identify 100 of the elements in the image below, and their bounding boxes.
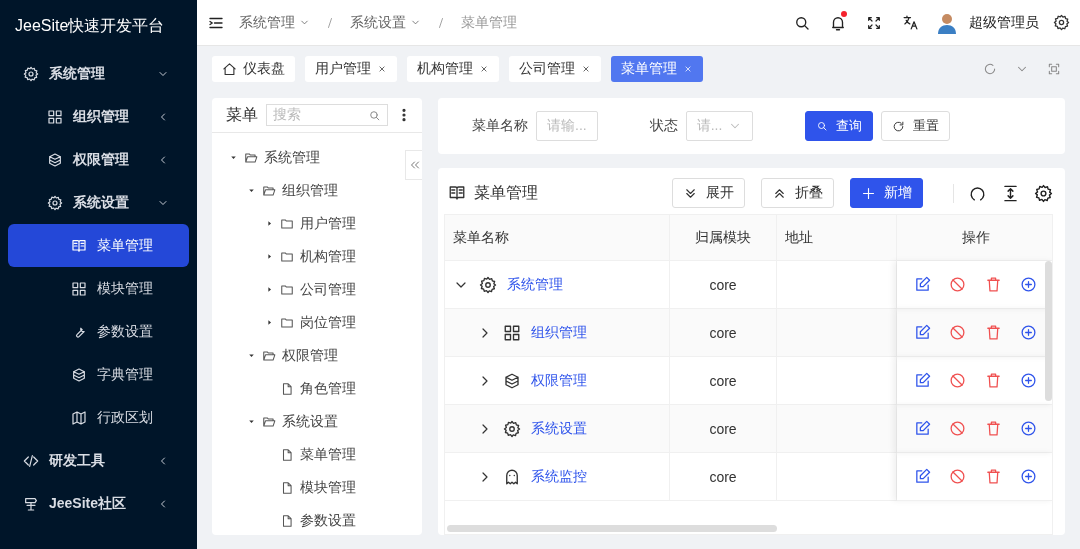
tree-node[interactable]: 公司管理 xyxy=(228,273,356,306)
column-header: 地址 xyxy=(777,215,897,261)
book-icon xyxy=(448,184,466,202)
signpost-icon xyxy=(23,495,39,512)
sidebar-item[interactable]: 行政区划 xyxy=(8,396,189,439)
ban-icon xyxy=(949,324,967,341)
delete-icon xyxy=(984,276,1002,293)
caret-down-icon xyxy=(246,351,256,360)
boxes-icon xyxy=(47,151,63,168)
gear-icon xyxy=(479,275,497,294)
edit-icon xyxy=(914,276,932,293)
open-folder-icon xyxy=(262,348,276,363)
row-height-icon xyxy=(1001,183,1020,203)
refresh-icon xyxy=(892,119,906,133)
tree-node[interactable]: 组织管理 xyxy=(228,174,338,207)
delete-icon xyxy=(984,372,1002,389)
sidebar-item[interactable]: 研发工具 xyxy=(8,439,189,482)
menu-link[interactable]: 系统监控 xyxy=(531,467,587,486)
ban-icon xyxy=(949,468,967,485)
close-icon xyxy=(581,64,591,74)
translate-icon xyxy=(901,14,919,31)
file-icon xyxy=(280,447,294,462)
tree-node[interactable]: 模块管理 xyxy=(228,471,356,504)
query-button[interactable]: 查询 xyxy=(805,111,874,141)
close-icon xyxy=(479,64,489,74)
caret-down-icon xyxy=(246,417,256,426)
breadcrumb-item[interactable]: 系统管理 xyxy=(239,13,310,32)
panel-title: 菜单 xyxy=(226,104,258,125)
collapse-button[interactable] xyxy=(405,150,422,180)
open-folder-icon xyxy=(262,414,276,429)
home-icon xyxy=(222,61,237,77)
tree-node[interactable]: 岗位管理 xyxy=(228,306,356,339)
delete-icon xyxy=(984,468,1002,485)
caret-down-icon xyxy=(228,153,238,162)
close-icon xyxy=(683,64,693,74)
double-chevron-left-icon xyxy=(408,159,421,171)
delete-icon xyxy=(984,324,1002,341)
tree-node[interactable]: 角色管理 xyxy=(228,372,356,405)
tree-node[interactable]: 菜单管理 xyxy=(228,438,356,471)
table-cell: core xyxy=(670,405,777,453)
file-icon xyxy=(280,513,294,528)
sidebar-item[interactable]: JeeSite社区 xyxy=(8,482,189,525)
column-header: 操作 xyxy=(897,215,1052,261)
column-header: 菜单名称 xyxy=(445,215,670,261)
breadcrumb-item[interactable]: 系统设置 xyxy=(350,13,421,32)
table-cell: core xyxy=(670,453,777,501)
tree-node[interactable]: 系统管理 xyxy=(228,141,320,174)
menu-link[interactable]: 权限管理 xyxy=(531,371,587,390)
ban-icon xyxy=(949,276,967,293)
grid-icon xyxy=(71,280,87,297)
scrollbar[interactable] xyxy=(1045,261,1052,401)
sidebar-item[interactable]: 模块管理 xyxy=(8,267,189,310)
sidebar-item[interactable]: 菜单管理 xyxy=(8,224,189,267)
tree-node[interactable]: 参数设置 xyxy=(228,504,356,535)
user-name[interactable]: 超级管理员 xyxy=(969,13,1039,32)
field-label: 菜单名称 xyxy=(472,117,528,135)
tree-node[interactable]: 权限管理 xyxy=(228,339,338,372)
scrollbar[interactable] xyxy=(447,525,777,532)
close-icon xyxy=(377,64,387,74)
menu-link[interactable]: 组织管理 xyxy=(531,323,587,342)
tree-node[interactable]: 用户管理 xyxy=(228,207,356,240)
tab[interactable]: 仪表盘 xyxy=(212,56,295,82)
sidebar-item[interactable]: 权限管理 xyxy=(8,138,189,181)
sidebar-item[interactable]: 系统管理 xyxy=(8,52,189,95)
tab[interactable]: 公司管理 xyxy=(509,56,601,82)
sidebar-item[interactable]: 系统设置 xyxy=(8,181,189,224)
settings-icon xyxy=(1034,183,1053,203)
menu-link[interactable]: 系统设置 xyxy=(531,419,587,438)
tab[interactable]: 用户管理 xyxy=(305,56,397,82)
delete-icon xyxy=(984,420,1002,437)
sidebar-item[interactable]: 参数设置 xyxy=(8,310,189,353)
collapse-button[interactable]: 折叠 xyxy=(761,178,834,208)
gear-icon xyxy=(23,65,39,82)
tree-node[interactable]: 系统设置 xyxy=(228,405,338,438)
menu-link[interactable]: 系统管理 xyxy=(507,275,563,294)
tab[interactable]: 菜单管理 xyxy=(611,56,703,82)
field-label: 状态 xyxy=(649,117,678,135)
sidebar-item[interactable]: 组织管理 xyxy=(8,95,189,138)
column-header: 归属模块 xyxy=(670,215,777,261)
card-title: 菜单管理 xyxy=(474,182,538,203)
add-button[interactable]: 新增 xyxy=(850,178,923,208)
edit-icon xyxy=(914,468,932,485)
expand-button[interactable]: 展开 xyxy=(672,178,745,208)
add-circle-icon xyxy=(1019,372,1037,389)
add-circle-icon xyxy=(1019,468,1037,485)
tree-node[interactable]: 机构管理 xyxy=(228,240,356,273)
plus-icon xyxy=(861,185,876,201)
ban-icon xyxy=(949,372,967,389)
add-circle-icon xyxy=(1019,324,1037,341)
settings-icon xyxy=(1053,14,1070,31)
ban-icon xyxy=(949,420,967,437)
reset-button[interactable]: 重置 xyxy=(881,111,951,141)
fit-screen-icon xyxy=(1047,62,1061,76)
open-folder-icon xyxy=(262,183,276,198)
ghost-icon xyxy=(503,467,521,486)
refresh-icon xyxy=(983,62,997,76)
add-circle-icon xyxy=(1019,276,1037,293)
tab[interactable]: 机构管理 xyxy=(407,56,499,82)
sidebar-item[interactable]: 字典管理 xyxy=(8,353,189,396)
caret-down-icon xyxy=(246,186,256,195)
